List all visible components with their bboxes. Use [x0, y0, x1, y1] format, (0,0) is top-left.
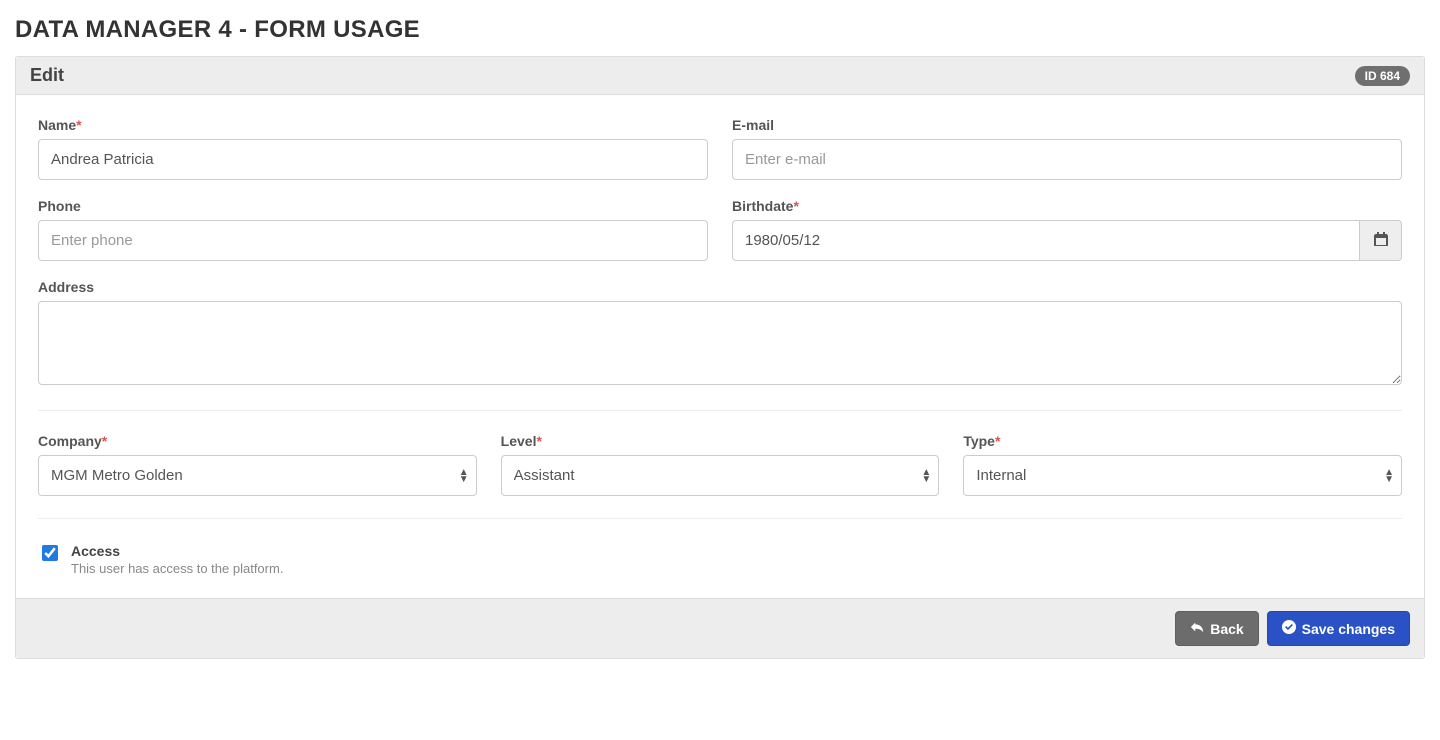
access-checkbox[interactable] [42, 545, 58, 561]
level-select[interactable]: Assistant [501, 455, 940, 496]
name-input[interactable] [38, 139, 708, 180]
company-group: Company* MGM Metro Golden ▲▼ [38, 433, 477, 496]
level-group: Level* Assistant ▲▼ [501, 433, 940, 496]
calendar-button[interactable] [1360, 220, 1402, 261]
required-mark: * [793, 198, 798, 214]
save-button-label: Save changes [1302, 621, 1395, 637]
panel-header: Edit ID 684 [16, 57, 1424, 95]
separator [38, 518, 1402, 519]
required-mark: * [102, 433, 107, 449]
access-description: This user has access to the platform. [71, 561, 283, 576]
level-label-text: Level [501, 433, 537, 449]
phone-input[interactable] [38, 220, 708, 261]
type-label-text: Type [963, 433, 995, 449]
calendar-icon [1374, 232, 1388, 249]
email-group: E-mail [732, 117, 1402, 180]
birthdate-group: Birthdate* [732, 198, 1402, 261]
name-label-text: Name [38, 117, 76, 133]
separator [38, 410, 1402, 411]
page-title: DATA MANAGER 4 - FORM USAGE [15, 16, 1425, 44]
address-group: Address [38, 279, 1402, 388]
back-button-label: Back [1210, 621, 1243, 637]
type-select[interactable]: Internal [963, 455, 1402, 496]
email-input[interactable] [732, 139, 1402, 180]
panel-body: Name* E-mail Phone [16, 95, 1424, 598]
address-textarea[interactable] [38, 301, 1402, 385]
id-badge: ID 684 [1355, 66, 1410, 86]
save-button[interactable]: Save changes [1267, 611, 1410, 646]
required-mark: * [995, 433, 1000, 449]
access-label: Access [71, 543, 283, 559]
level-label: Level* [501, 433, 940, 449]
company-label: Company* [38, 433, 477, 449]
check-circle-icon [1282, 620, 1296, 637]
address-label: Address [38, 279, 1402, 295]
required-mark: * [536, 433, 541, 449]
birthdate-input[interactable] [732, 220, 1360, 261]
phone-label: Phone [38, 198, 708, 214]
birthdate-label: Birthdate* [732, 198, 1402, 214]
company-select[interactable]: MGM Metro Golden [38, 455, 477, 496]
name-label: Name* [38, 117, 708, 133]
birthdate-label-text: Birthdate [732, 198, 793, 214]
type-group: Type* Internal ▲▼ [963, 433, 1402, 496]
panel-title: Edit [30, 65, 64, 86]
access-group: Access This user has access to the platf… [38, 541, 1402, 588]
edit-panel: Edit ID 684 Name* E-mail [15, 56, 1425, 659]
panel-footer: Back Save changes [16, 598, 1424, 658]
type-label: Type* [963, 433, 1402, 449]
phone-group: Phone [38, 198, 708, 261]
back-button[interactable]: Back [1175, 611, 1258, 646]
email-label: E-mail [732, 117, 1402, 133]
reply-arrow-icon [1190, 620, 1204, 637]
company-label-text: Company [38, 433, 102, 449]
name-group: Name* [38, 117, 708, 180]
required-mark: * [76, 117, 81, 133]
